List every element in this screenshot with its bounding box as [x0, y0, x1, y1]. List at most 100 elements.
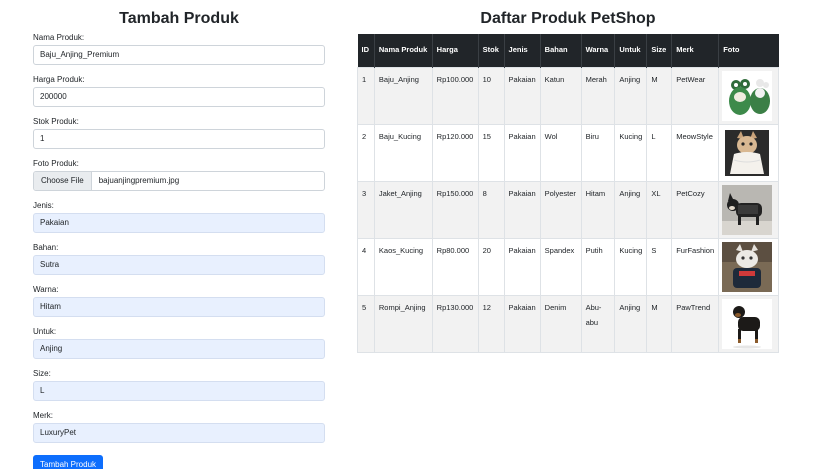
cell-jenis: Pakaian	[503, 180, 541, 239]
cell-harga: Rp100.000	[431, 66, 479, 125]
cell-untuk: Anjing	[614, 294, 648, 353]
cell-nama: Rompi_Anjing	[373, 294, 433, 353]
cell-merk: FurFashion	[671, 237, 720, 296]
harga-produk-input[interactable]: 200000	[33, 87, 325, 107]
table-title: Daftar Produk PetShop	[480, 10, 656, 27]
cell-id: 1	[357, 66, 375, 125]
jenis-input[interactable]: Pakaian	[33, 213, 325, 233]
untuk-label: Untuk:	[33, 327, 57, 336]
table-header-row: ID Nama Produk Harga Stok Jenis Bahan Wa…	[357, 34, 779, 67]
cell-untuk: Anjing	[614, 180, 648, 239]
cell-jenis: Pakaian	[503, 123, 541, 182]
warna-input[interactable]: Hitam	[33, 297, 325, 317]
foto-produk-label: Foto Produk:	[33, 159, 79, 168]
field-merk: Merk: LuxuryPet	[33, 411, 325, 443]
cell-untuk: Kucing	[614, 237, 648, 296]
jenis-label: Jenis:	[33, 201, 54, 210]
table-row: 4 Kaos_Kucing Rp80.000 20 Pakaian Spande…	[357, 237, 779, 296]
field-harga-produk: Harga Produk: 200000	[33, 75, 325, 107]
cell-merk: MeowStyle	[671, 123, 720, 182]
cell-stok: 15	[477, 123, 505, 182]
table-row: 1 Baju_Anjing Rp100.000 10 Pakaian Katun…	[357, 66, 779, 125]
cell-jenis: Pakaian	[503, 66, 541, 125]
field-bahan: Bahan: Sutra	[33, 243, 325, 275]
nama-produk-input[interactable]: Baju_Anjing_Premium	[33, 45, 325, 65]
merk-label: Merk:	[33, 411, 53, 420]
dog-in-jacket-icon	[722, 184, 773, 235]
field-foto-produk: Foto Produk: Choose File bajuanjingpremi…	[33, 159, 325, 191]
cell-size: M	[646, 66, 673, 125]
cell-size: M	[646, 294, 673, 353]
cell-warna: Putih	[580, 237, 616, 296]
cell-foto	[718, 237, 779, 296]
form-title: Tambah Produk	[119, 10, 239, 27]
header-nama-produk: Nama Produk	[373, 34, 433, 67]
bahan-label: Bahan:	[33, 243, 59, 252]
cat-in-dress-icon	[722, 127, 773, 178]
cell-id: 5	[357, 294, 375, 353]
field-size: Size: L	[33, 369, 325, 401]
header-id: ID	[361, 45, 370, 55]
foto-produk-file-input[interactable]: Choose File bajuanjingpremium.jpg	[33, 171, 325, 191]
merk-input[interactable]: LuxuryPet	[33, 423, 325, 443]
stok-produk-input[interactable]: 1	[33, 129, 325, 149]
cell-harga: Rp150.000	[431, 180, 479, 239]
size-input[interactable]: L	[33, 381, 325, 401]
rottweiler-in-vest-icon	[722, 298, 773, 349]
green-frog-dog-costume-icon	[722, 70, 773, 121]
cell-harga: Rp130.000	[431, 294, 479, 353]
cell-bahan: Katun	[539, 66, 582, 125]
header-harga: Harga	[431, 34, 479, 67]
untuk-input[interactable]: Anjing	[33, 339, 325, 359]
cell-size: L	[646, 123, 673, 182]
cell-nama: Kaos_Kucing	[373, 237, 433, 296]
cell-size: XL	[646, 180, 673, 239]
cell-warna: Biru	[580, 123, 616, 182]
header-warna: Warna	[580, 34, 615, 67]
cell-bahan: Wol	[539, 123, 582, 182]
header-merk: Merk	[671, 34, 719, 67]
field-warna: Warna: Hitam	[33, 285, 325, 317]
cell-size: S	[646, 237, 673, 296]
cell-merk: PetWear	[671, 66, 720, 125]
table-row: 2 Baju_Kucing Rp120.000 15 Pakaian Wol B…	[357, 123, 779, 182]
field-stok-produk: Stok Produk: 1	[33, 117, 325, 149]
cell-stok: 8	[477, 180, 505, 239]
cell-nama: Baju_Anjing	[373, 66, 433, 125]
header-bahan: Bahan	[539, 34, 582, 67]
table-row: 3 Jaket_Anjing Rp150.000 8 Pakaian Polye…	[357, 180, 779, 239]
cell-nama: Jaket_Anjing	[373, 180, 433, 239]
cell-foto	[718, 294, 779, 353]
cell-untuk: Kucing	[614, 123, 648, 182]
tambah-produk-button[interactable]: Tambah Produk	[33, 455, 104, 469]
cell-harga: Rp80.000	[431, 237, 479, 296]
cell-foto	[718, 180, 779, 239]
product-table: ID Nama Produk Harga Stok Jenis Bahan Wa…	[357, 34, 779, 353]
cell-jenis: Pakaian	[503, 294, 541, 353]
nama-produk-label: Nama Produk:	[33, 33, 85, 42]
header-size: Size	[646, 34, 672, 67]
cell-warna: Hitam	[580, 180, 616, 239]
cell-bahan: Denim	[539, 294, 582, 353]
table-row: 5 Rompi_Anjing Rp130.000 12 Pakaian Deni…	[357, 294, 779, 353]
header-jenis: Jenis	[503, 34, 541, 67]
header-foto: Foto	[718, 34, 779, 67]
add-product-form: Tambah Produk Nama Produk: Baju_Anjing_P…	[33, 0, 325, 469]
header-stok: Stok	[477, 34, 505, 67]
cell-jenis: Pakaian	[503, 237, 541, 296]
product-list-section: Daftar Produk PetShop ID Nama Produk Har…	[357, 0, 779, 353]
cell-merk: PetCozy	[671, 180, 720, 239]
cell-nama: Baju_Kucing	[373, 123, 433, 182]
size-label: Size:	[33, 369, 51, 378]
cell-id: 4	[357, 237, 375, 296]
cell-stok: 12	[477, 294, 505, 353]
harga-produk-label: Harga Produk:	[33, 75, 85, 84]
cell-id: 3	[357, 180, 375, 239]
cell-warna: Merah	[580, 66, 616, 125]
choose-file-button[interactable]: Choose File	[34, 172, 92, 190]
bahan-input[interactable]: Sutra	[33, 255, 325, 275]
field-nama-produk: Nama Produk: Baju_Anjing_Premium	[33, 33, 325, 65]
cell-bahan: Polyester	[539, 180, 582, 239]
cell-foto	[718, 123, 779, 182]
cell-id: 2	[357, 123, 375, 182]
